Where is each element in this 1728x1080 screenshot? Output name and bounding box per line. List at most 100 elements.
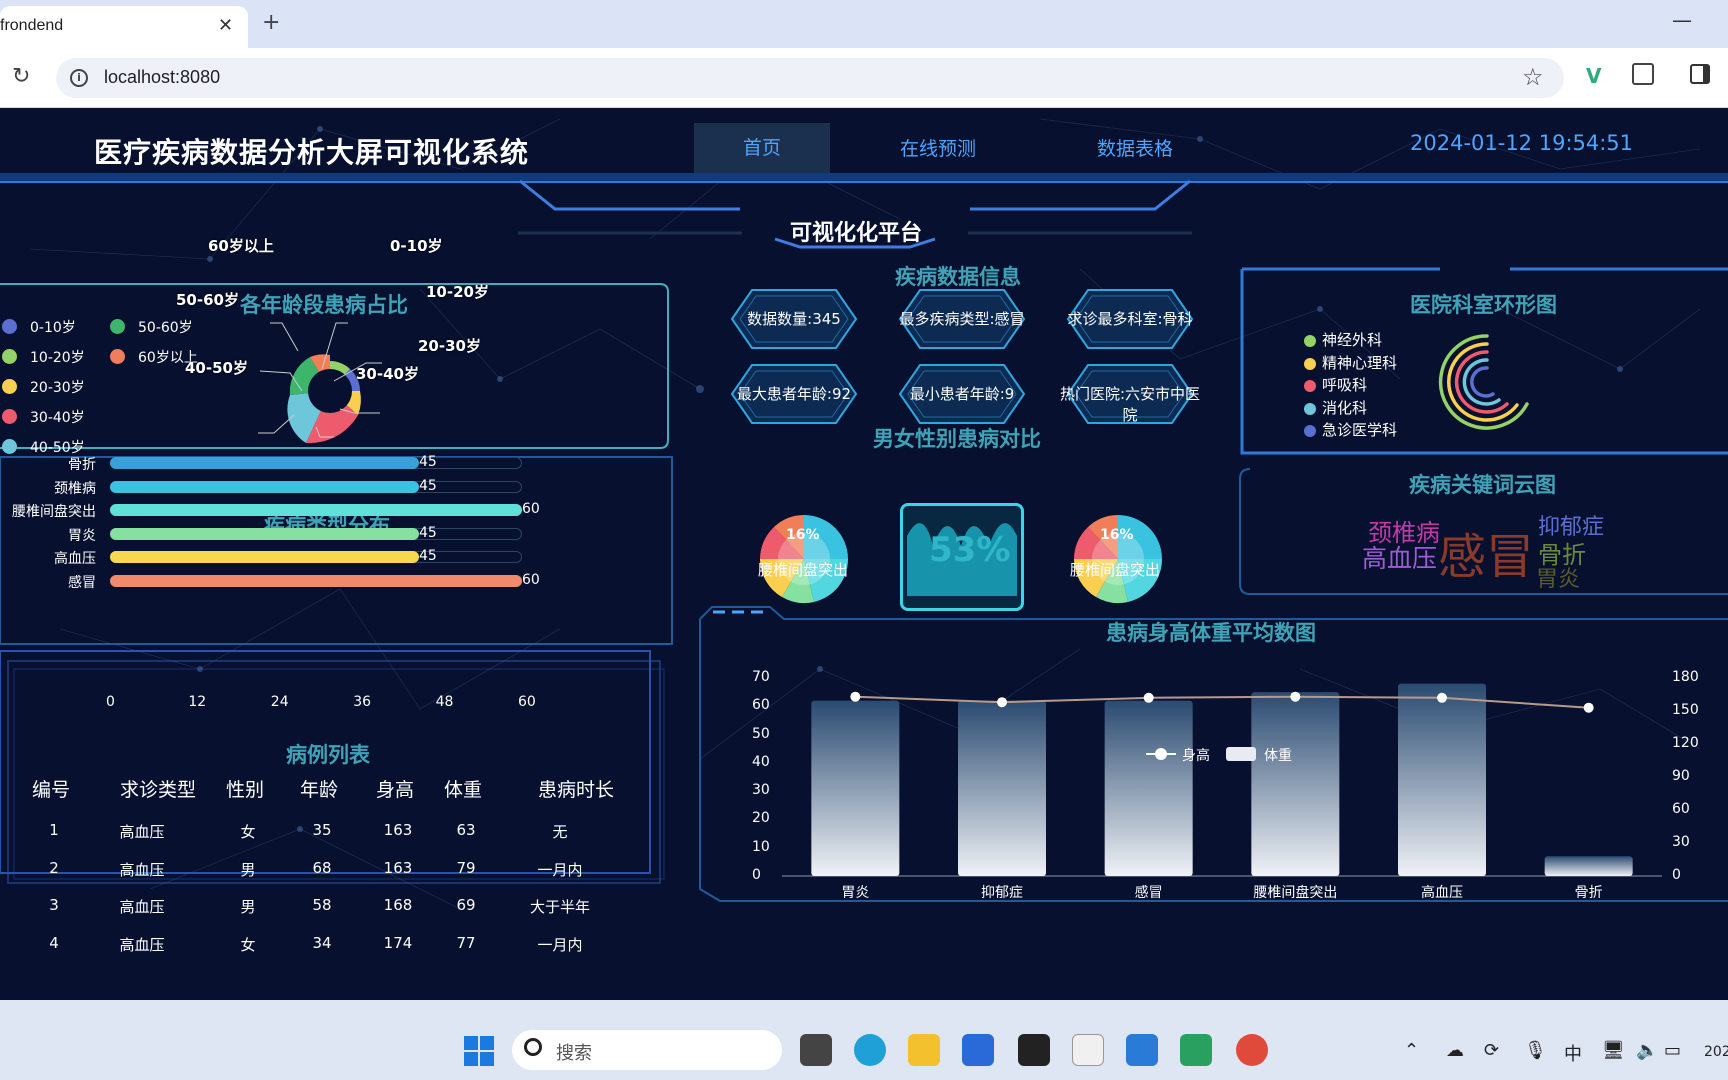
table-cell: 1 xyxy=(49,821,59,839)
table-header: 求诊类型 xyxy=(120,779,197,801)
info-hex-text: 热门医院:六安市中医院 xyxy=(1059,385,1201,424)
task-view-icon[interactable] xyxy=(800,1034,832,1066)
table-cell: 3 xyxy=(49,896,59,914)
x-tick-label: 12 xyxy=(188,694,207,710)
x-tick-label: 60 xyxy=(518,694,536,710)
table-cell: 63 xyxy=(456,821,476,839)
minimize-icon[interactable]: — xyxy=(1672,8,1692,32)
table-cell: 高血压 xyxy=(119,935,165,954)
weight-bar xyxy=(1104,700,1193,876)
search-icon xyxy=(524,1038,542,1056)
vscode-icon[interactable] xyxy=(1126,1034,1158,1066)
bar-category-label: 感冒 xyxy=(68,575,96,591)
volume-icon[interactable]: 🔈 xyxy=(1636,1040,1658,1061)
pie-label: 0-10岁 xyxy=(390,237,443,255)
table-header: 体重 xyxy=(444,779,483,801)
reload-icon[interactable]: ↻ xyxy=(12,64,30,89)
store-icon[interactable] xyxy=(962,1034,994,1066)
legend-dot xyxy=(110,349,125,364)
info-hex-text: 数据数量:345 xyxy=(747,310,841,328)
x-tick-label: 24 xyxy=(270,694,289,710)
legend-dot xyxy=(1304,357,1316,370)
sync-icon[interactable]: ⟳ xyxy=(1484,1040,1499,1061)
network-icon[interactable]: 🖥 xyxy=(1602,1040,1625,1061)
ime-indicator[interactable]: 中 xyxy=(1564,1040,1582,1066)
legend-dot xyxy=(1304,335,1316,347)
weight-bar xyxy=(1544,856,1633,876)
app-icon[interactable] xyxy=(1072,1034,1104,1066)
table-cell: 高血压 xyxy=(119,823,165,841)
table-cell: 无 xyxy=(552,823,568,841)
bar-value-label: 60 xyxy=(522,572,540,588)
pie-label: 50-60岁 xyxy=(176,291,239,309)
extensions-icon[interactable] xyxy=(1632,63,1654,85)
taskbar-search[interactable]: 搜索 xyxy=(512,1030,782,1070)
table-cell: 69 xyxy=(456,896,476,914)
table-header: 患病时长 xyxy=(538,779,615,801)
pie-label: 60岁以上 xyxy=(208,237,274,255)
legend-label: 消化科 xyxy=(1322,398,1368,417)
table-header: 编号 xyxy=(32,779,71,801)
windows-start-icon[interactable] xyxy=(464,1036,494,1066)
battery-icon[interactable]: ▭ xyxy=(1664,1040,1681,1061)
bar-fill xyxy=(110,575,522,587)
legend-label: 急诊医学科 xyxy=(1322,421,1398,439)
side-panel-icon[interactable] xyxy=(1690,64,1710,84)
clock[interactable]: 202 xyxy=(1704,1044,1728,1060)
height-point xyxy=(997,697,1007,708)
legend-dot xyxy=(2,439,17,454)
bookmark-star-icon[interactable]: ☆ xyxy=(1522,63,1544,91)
legend-label: 0-10岁 xyxy=(30,320,76,336)
table-cell: 2 xyxy=(49,858,59,877)
bar-fill xyxy=(110,457,419,469)
microphone-icon[interactable]: 🎙 xyxy=(1524,1040,1547,1061)
browser-tab[interactable]: frondend ✕ xyxy=(0,6,248,48)
bar-value-label: 45 xyxy=(419,454,437,470)
legend-dot xyxy=(1304,402,1316,415)
legend-label: 50-60岁 xyxy=(138,320,193,336)
bar-category-label: 骨折 xyxy=(68,457,96,473)
address-bar[interactable]: i localhost:8080 ☆ xyxy=(56,58,1564,98)
weight-bar xyxy=(958,700,1046,876)
height-point xyxy=(850,691,861,702)
bar-value-label: 45 xyxy=(419,548,437,565)
table-cell: 高血压 xyxy=(119,898,165,916)
dev-tool-icon[interactable] xyxy=(1018,1034,1050,1066)
chrome-icon[interactable] xyxy=(1236,1034,1268,1066)
x-tick-label: 0 xyxy=(106,694,115,710)
edge-icon[interactable] xyxy=(854,1034,886,1066)
height-point xyxy=(1437,692,1447,703)
legend-label: 20-30岁 xyxy=(30,380,85,396)
legend-label: 神经外科 xyxy=(1322,331,1383,349)
legend-label: 呼吸科 xyxy=(1322,376,1368,394)
tab-title: frondend xyxy=(0,17,64,34)
url-text[interactable]: localhost:8080 xyxy=(104,67,220,88)
bar-value-label: 45 xyxy=(419,477,437,494)
height-point xyxy=(1290,691,1301,702)
pie-label: 40-50岁 xyxy=(185,359,248,377)
onedrive-icon[interactable]: ☁ xyxy=(1446,1040,1464,1061)
table-header: 身高 xyxy=(376,779,415,801)
info-hex-text: 求诊最多科室:骨科 xyxy=(1067,310,1193,328)
new-tab-icon[interactable]: + xyxy=(262,10,280,35)
bar-fill xyxy=(110,551,419,564)
pycharm-icon[interactable] xyxy=(1180,1034,1212,1066)
file-explorer-icon[interactable] xyxy=(908,1034,940,1066)
info-hex-text: 最大患者年龄:92 xyxy=(736,385,852,403)
legend-label: 30-40岁 xyxy=(30,410,85,426)
tray-overflow-icon[interactable]: ⌃ xyxy=(1404,1040,1419,1061)
bar-fill xyxy=(110,504,522,517)
site-info-icon[interactable]: i xyxy=(70,69,88,87)
table-cell: 79 xyxy=(456,858,476,877)
bar-category-label: 腰椎间盘突出 xyxy=(12,504,96,521)
bar-category-label: 胃炎 xyxy=(68,527,96,544)
x-tick-label: 36 xyxy=(353,694,372,710)
close-tab-icon[interactable]: ✕ xyxy=(218,15,233,36)
pie-label: 30-40岁 xyxy=(356,365,419,383)
x-tick-label: 48 xyxy=(435,694,454,710)
table-cell: 77 xyxy=(456,933,476,952)
address-bar-row: ↻ i localhost:8080 ☆ V xyxy=(0,48,1728,108)
pie-label: 10-20岁 xyxy=(426,283,489,301)
vue-devtools-icon[interactable]: V xyxy=(1586,64,1601,88)
table-header: 年龄 xyxy=(300,779,339,801)
